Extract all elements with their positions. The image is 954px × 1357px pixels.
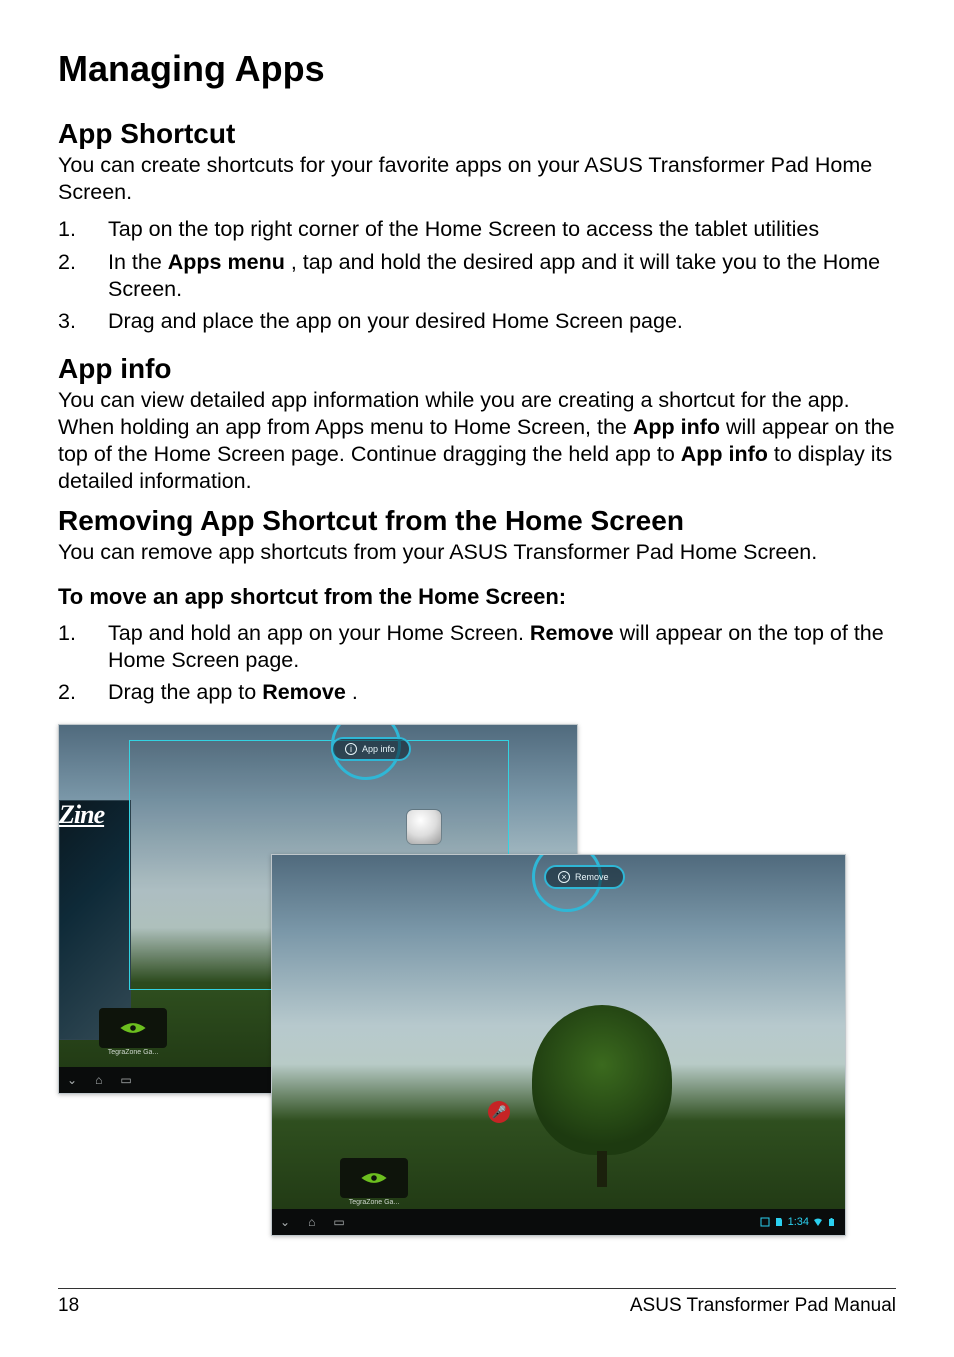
dragged-app-icon[interactable]	[407, 810, 441, 844]
voice-search-icon[interactable]: 🎤	[488, 1101, 510, 1123]
sdcard-icon	[774, 1217, 784, 1227]
remove-badge[interactable]: × Remove	[544, 865, 625, 889]
step-bold: Apps menu	[168, 250, 285, 274]
nvidia-eye-icon	[360, 1168, 388, 1188]
status-tray[interactable]: 1:34	[760, 1216, 837, 1228]
bold-run: App info	[633, 415, 720, 439]
screenshot-remove: × Remove 🎤 TegraZone Ga... ⌄ ⌂ ▭ 1:34	[271, 854, 846, 1236]
recents-icon[interactable]: ▭	[120, 1073, 131, 1087]
list-remove-steps: Tap and hold an app on your Home Screen.…	[58, 620, 896, 707]
list-item: In the Apps menu , tap and hold the desi…	[58, 249, 896, 303]
badge-label: Remove	[575, 872, 609, 882]
heading-to-move: To move an app shortcut from the Home Sc…	[58, 584, 896, 610]
list-item: Drag the app to Remove .	[58, 679, 896, 706]
recents-icon[interactable]: ▭	[333, 1215, 344, 1229]
step-text: Drag the app to	[108, 680, 262, 704]
nvidia-eye-icon	[119, 1018, 147, 1038]
screenshot-group: Zine i App info TegraZone Ga... ⌄ ⌂ ▭ × …	[58, 724, 898, 1244]
list-item: Drag and place the app on your desired H…	[58, 308, 896, 335]
tegrazone-widget-label: TegraZone Ga...	[340, 1199, 408, 1206]
close-icon: ×	[558, 871, 570, 883]
paragraph-removing-intro: You can remove app shortcuts from your A…	[58, 539, 896, 566]
home-icon[interactable]: ⌂	[95, 1073, 102, 1087]
expand-icon[interactable]: ⌄	[67, 1073, 77, 1087]
tegrazone-widget[interactable]	[99, 1008, 167, 1048]
tegrazone-widget-label: TegraZone Ga...	[99, 1049, 167, 1056]
expand-icon[interactable]: ⌄	[280, 1215, 290, 1229]
heading-app-info: App info	[58, 353, 896, 385]
list-shortcut-steps: Tap on the top right corner of the Home …	[58, 216, 896, 336]
battery-icon	[827, 1217, 837, 1227]
heading-app-shortcut: App Shortcut	[58, 118, 896, 150]
step-bold: Remove	[530, 621, 614, 645]
step-text: .	[352, 680, 358, 704]
app-info-badge[interactable]: i App info	[331, 737, 411, 761]
tegrazone-widget[interactable]	[340, 1158, 408, 1198]
wallpaper-tree-trunk	[597, 1151, 607, 1187]
page-title: Managing Apps	[58, 48, 896, 90]
step-text: Drag and place the app on your desired H…	[108, 309, 683, 333]
screenshot-icon	[760, 1217, 770, 1227]
badge-label: App info	[362, 744, 395, 754]
status-clock: 1:34	[788, 1216, 809, 1228]
step-text: Tap and hold an app on your Home Screen.	[108, 621, 530, 645]
wallpaper-tree	[532, 1005, 672, 1155]
list-item: Tap on the top right corner of the Home …	[58, 216, 896, 243]
paragraph-shortcut-intro: You can create shortcuts for your favori…	[58, 152, 896, 206]
step-bold: Remove	[262, 680, 346, 704]
page-number: 18	[58, 1295, 79, 1317]
step-text: In the	[108, 250, 168, 274]
wifi-icon	[813, 1217, 823, 1227]
heading-removing-shortcut: Removing App Shortcut from the Home Scre…	[58, 505, 896, 537]
magazine-widget-title: Zine	[59, 800, 104, 830]
manual-title: ASUS Transformer Pad Manual	[630, 1295, 896, 1317]
info-icon: i	[345, 743, 357, 755]
page-footer: 18 ASUS Transformer Pad Manual	[58, 1288, 896, 1317]
list-item: Tap and hold an app on your Home Screen.…	[58, 620, 896, 674]
bold-run: App info	[681, 442, 768, 466]
paragraph-app-info: You can view detailed app information wh…	[58, 387, 896, 495]
magazine-widget	[59, 800, 131, 1040]
system-nav-bar: ⌄ ⌂ ▭ 1:34	[272, 1209, 845, 1235]
step-text: Tap on the top right corner of the Home …	[108, 217, 819, 241]
home-icon[interactable]: ⌂	[308, 1215, 315, 1229]
